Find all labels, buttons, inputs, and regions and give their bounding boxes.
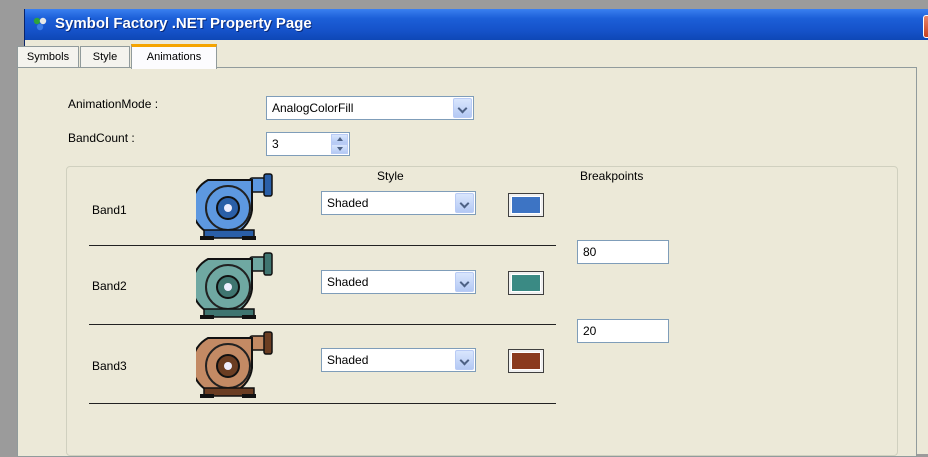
tab-style[interactable]: Style [80, 46, 130, 67]
tab-symbols-label: Symbols [26, 51, 70, 63]
band3-style-value: Shaded [327, 353, 369, 367]
band3-color-fill [511, 352, 541, 370]
band1-label: Band1 [92, 203, 127, 217]
band1-separator [89, 245, 556, 246]
band2-pump-icon [196, 252, 273, 319]
animation-mode-select[interactable]: AnalogColorFill [266, 96, 474, 120]
band-count-label: BandCount : [68, 131, 135, 145]
title-bar[interactable]: Symbol Factory .NET Property Page [25, 9, 928, 40]
chevron-down-icon[interactable] [455, 193, 474, 213]
tab-animations-label: Animations [146, 51, 202, 63]
breakpoint2-value: 20 [583, 324, 597, 338]
band3-label: Band3 [92, 359, 127, 373]
tab-animations[interactable]: Animations [131, 44, 217, 69]
stepper-up-icon[interactable] [331, 134, 348, 144]
tab-style-label: Style [92, 51, 118, 63]
window-title: Symbol Factory .NET Property Page [55, 15, 312, 32]
band1-color-swatch[interactable] [508, 193, 544, 217]
breakpoint1-input[interactable]: 80 [577, 240, 669, 264]
band2-color-fill [511, 274, 541, 292]
band3-color-swatch[interactable] [508, 349, 544, 373]
animation-mode-value: AnalogColorFill [272, 101, 354, 115]
band1-style-value: Shaded [327, 196, 369, 210]
band3-style-select[interactable]: Shaded [321, 348, 476, 372]
bands-group [66, 166, 898, 456]
band1-style-select[interactable]: Shaded [321, 191, 476, 215]
breakpoint2-input[interactable]: 20 [577, 319, 669, 343]
band2-label: Band2 [92, 279, 127, 293]
stepper-down-icon[interactable] [331, 144, 348, 154]
band2-style-select[interactable]: Shaded [321, 270, 476, 294]
tab-symbols[interactable]: Symbols [17, 46, 79, 67]
close-button[interactable] [923, 15, 928, 38]
band2-separator [89, 324, 556, 325]
chevron-down-icon[interactable] [455, 272, 474, 292]
style-column-header: Style [377, 169, 404, 183]
band1-color-fill [511, 196, 541, 214]
app-icon [33, 17, 47, 31]
breakpoint1-value: 80 [583, 245, 597, 259]
chevron-down-icon[interactable] [453, 98, 472, 118]
band-count-value: 3 [272, 137, 279, 151]
band-count-stepper[interactable]: 3 [266, 132, 350, 156]
animation-mode-label: AnimationMode : [68, 97, 159, 111]
band1-pump-icon [196, 173, 273, 240]
band3-separator [89, 403, 556, 404]
band3-pump-icon [196, 331, 273, 398]
chevron-down-icon[interactable] [455, 350, 474, 370]
breakpoints-column-header: Breakpoints [580, 169, 644, 183]
band2-style-value: Shaded [327, 275, 369, 289]
band2-color-swatch[interactable] [508, 271, 544, 295]
